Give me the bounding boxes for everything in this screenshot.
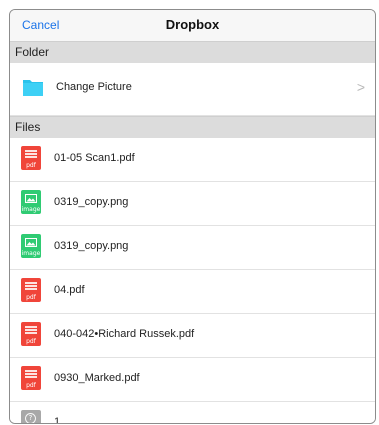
file-row[interactable]: pdf 01-05 Scan1.pdf <box>10 138 375 182</box>
file-type-label: pdf <box>26 162 36 169</box>
section-header-folder: Folder <box>10 41 375 63</box>
file-row[interactable]: image 0319_copy.png <box>10 226 375 270</box>
file-name: 01-05 Scan1.pdf <box>54 152 135 164</box>
pdf-file-icon: pdf <box>21 278 41 302</box>
file-type-label: pdf <box>26 382 36 389</box>
pdf-file-icon: pdf <box>21 366 41 390</box>
navigation-bar: Cancel Dropbox <box>10 10 375 41</box>
file-type-label: pdf <box>26 338 36 345</box>
file-type-label: image <box>21 206 41 213</box>
file-name: 04.pdf <box>54 284 85 296</box>
page-title: Dropbox <box>165 17 220 32</box>
dropbox-picker-panel: Cancel Dropbox Folder Change Picture > F… <box>9 9 376 424</box>
file-row[interactable]: pdf 040-042•Richard Russek.pdf <box>10 314 375 358</box>
file-row[interactable]: image 0319_copy.png <box>10 182 375 226</box>
pdf-file-icon: pdf <box>21 146 41 170</box>
file-row[interactable]: pdf 04.pdf <box>10 270 375 314</box>
file-name: 040-042•Richard Russek.pdf <box>54 328 195 340</box>
folder-icon <box>23 80 43 96</box>
file-name: 0319_copy.png <box>54 196 129 208</box>
unknown-file-icon: ?none <box>21 410 41 423</box>
file-list: pdf 01-05 Scan1.pdf image 0319_copy.png imag… <box>10 138 375 424</box>
file-type-label: image <box>21 250 41 257</box>
file-name: 0319_copy.png <box>54 240 129 252</box>
file-row[interactable]: pdf 0930_Marked.pdf <box>10 358 375 402</box>
change-picture-label: Change Picture <box>56 81 132 93</box>
chevron-right-icon: > <box>356 79 365 95</box>
file-type-label: pdf <box>26 294 36 301</box>
image-file-icon: image <box>21 190 41 214</box>
pdf-file-icon: pdf <box>21 322 41 346</box>
image-file-icon: image <box>21 234 41 258</box>
change-picture-row[interactable]: Change Picture > <box>10 63 375 116</box>
section-header-files: Files <box>10 116 375 138</box>
file-name: 0930_Marked.pdf <box>54 372 140 384</box>
file-row[interactable]: ?none 1 <box>10 402 375 424</box>
file-name: 1 <box>54 416 61 424</box>
